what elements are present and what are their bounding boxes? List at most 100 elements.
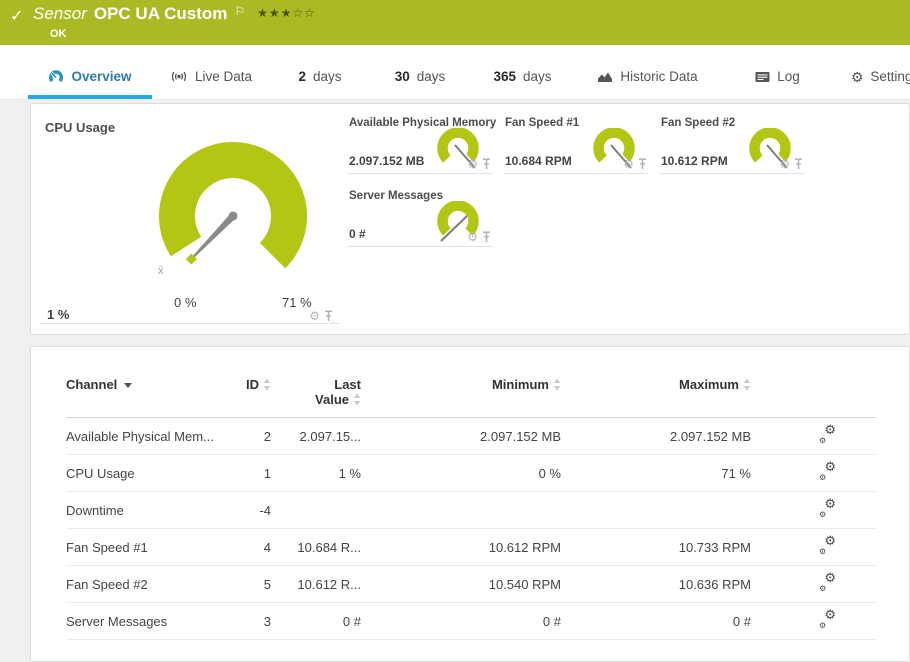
card-tools: ⚙ [467,158,491,170]
minimum-cell: 10.612 RPM [361,528,561,566]
gear-icon[interactable]: ⚙ [467,158,478,170]
cpu-usage-card[interactable]: CPU Usage x̄ 0 % 71 % 1 % ⚙ [39,114,339,324]
tab-30-days[interactable]: 30 days [370,45,470,99]
minimum-cell: 0 # [361,602,561,640]
column-label: Last [334,377,361,392]
column-header-maximum[interactable]: Maximum [561,371,751,418]
maximum-cell: 2.097.152 MB [561,417,751,455]
gear-icon: ⚙ [819,547,827,556]
channel-id-cell: 3 [241,602,271,640]
gauge-max-label: 71 % [282,295,312,310]
tab-log[interactable]: Log [720,45,835,99]
channel-last-value: 10.612 RPM [661,154,728,168]
channel-name-cell[interactable]: Available Physical Mem... [66,417,241,455]
column-header-channel[interactable]: Channel [66,371,241,418]
pin-icon[interactable] [324,310,333,322]
channel-id-cell: 5 [241,565,271,603]
tab-label: days [312,69,342,84]
table-header-row: Channel ID Last Value Minimum Maximum [66,371,876,418]
channel-card-title: Server Messages [349,190,443,202]
tab-settings[interactable]: ⚙ Settings [835,45,910,99]
stars-empty: ☆☆ [292,6,316,20]
channel-name-cell[interactable]: CPU Usage [66,454,241,492]
column-header-last-value[interactable]: Last Value [271,371,361,418]
channel-name-cell[interactable]: Fan Speed #1 [66,528,241,566]
gear-icon: ⚙ [819,621,827,630]
server-messages-card[interactable]: Server Messages 0 # ⚙ [347,187,493,247]
channel-name-cell[interactable]: Server Messages [66,602,241,640]
last-value-cell: 10.612 R... [271,565,361,603]
channel-settings-gears-icon[interactable]: ⚙ ⚙ [819,497,836,519]
gear-icon: ⚙ [819,510,827,519]
channels-table: Channel ID Last Value Minimum Maximum Av… [66,371,876,640]
channel-card-title: Fan Speed #1 [505,117,580,129]
gauge-min-label: 0 % [174,295,197,310]
gear-icon: ⚙ [824,607,836,622]
column-label: ID [246,377,259,392]
channel-settings-gears-icon[interactable]: ⚙ ⚙ [819,534,836,556]
object-kind-label: Sensor [33,4,87,23]
tab-live-data[interactable]: Live Data [152,45,270,99]
gear-icon: ⚙ [819,584,827,593]
tab-number: 2 [298,69,306,84]
card-tools: ⚙ [309,310,333,322]
pin-icon[interactable] [794,158,803,170]
gear-icon[interactable]: ⚙ [779,158,790,170]
table-row: Downtime -4 ⚙ ⚙ [66,491,876,529]
channel-settings-gears-icon[interactable]: ⚙ ⚙ [819,608,836,630]
channel-id-cell: -4 [241,491,271,529]
fan-speed-1-card[interactable]: Fan Speed #1 10.684 RPM ⚙ [503,114,649,174]
column-header-minimum[interactable]: Minimum [361,371,561,418]
gear-icon: ⚙ [824,459,836,474]
gear-icon[interactable]: ⚙ [309,310,320,322]
channel-settings-gears-icon[interactable]: ⚙ ⚙ [819,423,836,445]
pin-icon[interactable] [482,158,491,170]
tab-label: Historic Data [620,69,698,84]
channel-id-cell: 1 [241,454,271,492]
fan-speed-2-card[interactable]: Fan Speed #2 10.612 RPM ⚙ [659,114,805,174]
gear-icon[interactable]: ⚙ [467,231,478,243]
tab-label: Settings [870,69,910,84]
priority-stars[interactable]: ★★★☆☆ [257,6,316,20]
status-ok-check-icon: ✓ [10,8,24,25]
column-header-id[interactable]: ID [241,371,271,418]
live-data-icon [171,71,187,82]
channel-card-title: CPU Usage [45,120,116,135]
pin-icon[interactable] [638,158,647,170]
flag-icon[interactable]: ⚐ [234,4,245,18]
stars-filled: ★★★ [257,6,293,20]
column-header-actions [751,371,876,418]
minimum-cell: 0 % [361,454,561,492]
tab-365-days[interactable]: 365 days [470,45,575,99]
channel-card-title: Fan Speed #2 [661,117,736,129]
last-value-cell: 1 % [271,454,361,492]
table-row: Fan Speed #1 4 10.684 R... 10.612 RPM 10… [66,528,876,566]
channel-id-cell: 4 [241,528,271,566]
minimum-cell: 10.540 RPM [361,565,561,603]
area-chart-icon [598,72,613,82]
tab-bar: Overview Live Data 2 days 30 days 365 da… [0,45,910,100]
gear-icon: ⚙ [850,68,864,85]
sensor-title-row: Sensor OPC UA Custom ⚐ ★★★☆☆ [33,4,316,24]
tab-label: Overview [71,69,132,84]
gear-icon: ⚙ [824,422,836,437]
tab-2-days[interactable]: 2 days [270,45,370,99]
channel-settings-gears-icon[interactable]: ⚙ ⚙ [819,571,836,593]
cpu-gauge: x̄ [158,142,307,277]
channel-settings-gears-icon[interactable]: ⚙ ⚙ [819,460,836,482]
pin-icon[interactable] [482,231,491,243]
status-badge: OK [50,28,67,40]
channel-name-cell[interactable]: Downtime [66,491,241,529]
gear-icon: ⚙ [824,570,836,585]
channel-name-cell[interactable]: Fan Speed #2 [66,565,241,603]
tab-label: days [416,69,446,84]
tab-overview[interactable]: Overview [28,45,152,99]
sort-caret-down-icon [124,383,133,388]
gear-icon[interactable]: ⚙ [623,158,634,170]
last-value-cell [271,491,361,529]
sort-icon [353,393,361,406]
tab-historic-data[interactable]: Historic Data [575,45,720,99]
sensor-header: ✓ Sensor OPC UA Custom ⚐ ★★★☆☆ OK [0,0,910,45]
column-label: Value [315,392,349,407]
available-memory-card[interactable]: Available Physical Memory 2.097.152 MB ⚙ [347,114,496,174]
